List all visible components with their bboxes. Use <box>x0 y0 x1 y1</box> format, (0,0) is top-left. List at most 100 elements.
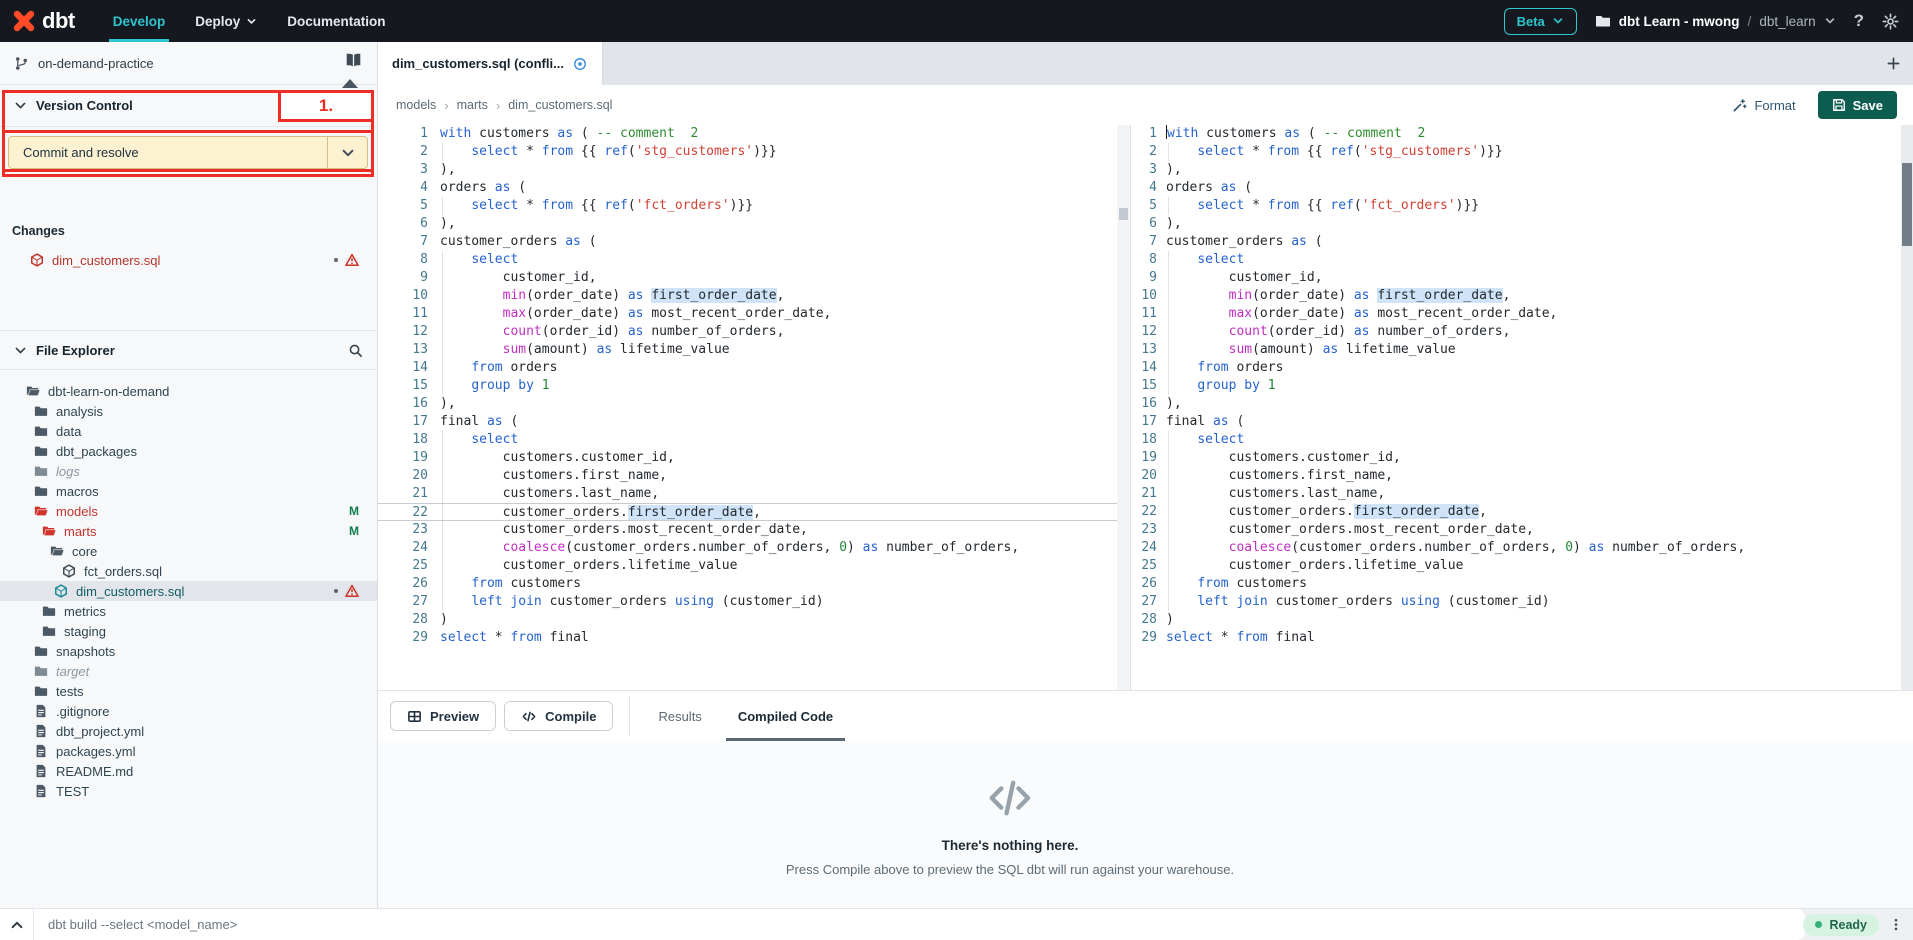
tree-item-core[interactable]: core <box>0 541 377 561</box>
line-number: 13 <box>378 341 428 359</box>
folder-icon <box>34 644 48 658</box>
command-input[interactable] <box>34 917 1805 932</box>
results-tab-compiled-code[interactable]: Compiled Code <box>720 691 851 741</box>
editor-toolbar-right: Format Save <box>1732 91 1897 119</box>
code-line-19: 19 customers.customer_id, <box>1131 449 1913 467</box>
line-number: 21 <box>378 485 428 503</box>
tree-item-label: README.md <box>56 764 133 779</box>
breadcrumb-separator: › <box>496 98 500 113</box>
unsaved-indicator-icon[interactable] <box>573 57 587 71</box>
changed-file-row[interactable]: dim_customers.sql <box>0 250 377 270</box>
account-project-switcher[interactable]: dbt Learn - mwong / dbt_learn <box>1595 13 1836 29</box>
gear-icon[interactable] <box>1882 13 1899 30</box>
version-control-title: Version Control <box>36 98 133 113</box>
code-line-23: 23 customer_orders.most_recent_order_dat… <box>1131 521 1913 539</box>
compile-button[interactable]: Compile <box>504 701 613 731</box>
kebab-menu-icon[interactable] <box>1889 917 1903 932</box>
tree-item-macros[interactable]: macros <box>0 481 377 501</box>
folder-icon <box>34 464 48 478</box>
tree-item-metrics[interactable]: metrics <box>0 601 377 621</box>
version-control-header[interactable]: Version Control <box>0 85 377 127</box>
code-line-13: 13 sum(amount) as lifetime_value <box>1131 341 1913 359</box>
breadcrumb-item[interactable]: dim_customers.sql <box>508 98 612 112</box>
chevron-up-icon[interactable] <box>0 909 34 940</box>
tree-item-target[interactable]: target <box>0 661 377 681</box>
nav-item-documentation[interactable]: Documentation <box>275 0 397 42</box>
results-tab-results[interactable]: Results <box>640 691 719 741</box>
help-icon[interactable]: ? <box>1854 11 1864 31</box>
tree-item-marts[interactable]: martsM <box>0 521 377 541</box>
code-line-11: 11 max(order_date) as most_recent_order_… <box>1131 305 1913 323</box>
nav-item-deploy[interactable]: Deploy <box>183 0 269 42</box>
save-button[interactable]: Save <box>1818 91 1897 119</box>
line-number: 10 <box>1131 287 1157 305</box>
ready-status-badge[interactable]: Ready <box>1803 914 1879 936</box>
new-tab-button[interactable] <box>1886 56 1901 71</box>
tree-item-test[interactable]: TEST <box>0 781 377 801</box>
git-branch-row[interactable]: on-demand-practice <box>0 42 377 85</box>
chevron-down-icon <box>14 99 27 112</box>
folder-icon <box>1595 13 1611 29</box>
code-slash-icon <box>987 777 1033 819</box>
tree-item-analysis[interactable]: analysis <box>0 401 377 421</box>
tree-item-label: analysis <box>56 404 103 419</box>
empty-state: There's nothing here. Press Compile abov… <box>786 777 1234 877</box>
code-line-4: 4orders as ( <box>378 179 1130 197</box>
tree-item-fct-orders-sql[interactable]: fct_orders.sql <box>0 561 377 581</box>
docs-book-icon[interactable] <box>344 52 363 74</box>
nav-item-develop[interactable]: Develop <box>101 0 178 42</box>
tree-item-data[interactable]: data <box>0 421 377 441</box>
line-number: 28 <box>378 611 428 629</box>
code-line-25: 25 customer_orders.lifetime_value <box>1131 557 1913 575</box>
conflict-warning-icon <box>345 584 359 598</box>
format-button[interactable]: Format <box>1732 98 1795 113</box>
code-line-24: 24 coalesce(customer_orders.number_of_or… <box>1131 539 1913 557</box>
breadcrumb-item[interactable]: models <box>396 98 436 112</box>
preview-button[interactable]: Preview <box>390 701 496 731</box>
folder-icon <box>42 604 56 618</box>
save-icon <box>1832 98 1846 112</box>
save-label: Save <box>1853 98 1883 113</box>
tree-item-label: marts <box>64 524 97 539</box>
tree-item-packages-yml[interactable]: packages.yml <box>0 741 377 761</box>
line-number: 2 <box>378 143 428 161</box>
tree-item-label: target <box>56 664 89 679</box>
tree-item-dbt-project-yml[interactable]: dbt_project.yml <box>0 721 377 741</box>
file-explorer-header[interactable]: File Explorer <box>0 330 377 370</box>
line-number: 14 <box>378 359 428 377</box>
code-line-14: 14 from orders <box>1131 359 1913 377</box>
search-icon[interactable] <box>348 343 363 358</box>
tree-item-dim-customers-sql[interactable]: dim_customers.sql <box>0 581 377 601</box>
tree-item-dbt-packages[interactable]: dbt_packages <box>0 441 377 461</box>
code-line-18: 18 select <box>378 431 1130 449</box>
code-line-11: 11 max(order_date) as most_recent_order_… <box>378 305 1130 323</box>
dbt-logo[interactable]: dbt <box>10 7 75 35</box>
code-line-17: 17final as ( <box>378 413 1130 431</box>
tab-dim-customers[interactable]: dim_customers.sql (confli... <box>378 42 603 85</box>
code-pane-right[interactable]: 1with customers as ( -- comment 22 selec… <box>1131 125 1913 690</box>
results-toolbar: Preview Compile ResultsCompiled Code <box>378 691 1913 741</box>
tree-item-dbt-learn-on-demand[interactable]: dbt-learn-on-demand <box>0 381 377 401</box>
commit-and-resolve-button[interactable]: Commit and resolve <box>8 136 368 169</box>
code-line-26: 26 from customers <box>378 575 1130 593</box>
code-line-13: 13 sum(amount) as lifetime_value <box>378 341 1130 359</box>
tree-item-models[interactable]: modelsM <box>0 501 377 521</box>
tree-item-staging[interactable]: staging <box>0 621 377 641</box>
code-line-1: 1with customers as ( -- comment 2 <box>1131 125 1913 143</box>
line-number: 5 <box>378 197 428 215</box>
tree-item-tests[interactable]: tests <box>0 681 377 701</box>
empty-state-title: There's nothing here. <box>786 838 1234 853</box>
code-line-20: 20 customers.first_name, <box>1131 467 1913 485</box>
code-pane-left[interactable]: 1with customers as ( -- comment 22 selec… <box>378 125 1131 690</box>
file-icon <box>34 744 48 758</box>
right-pane-scrollbar[interactable] <box>1901 125 1913 690</box>
beta-toggle[interactable]: Beta <box>1504 8 1577 35</box>
commit-dropdown-toggle[interactable] <box>327 137 367 168</box>
scrollbar-thumb[interactable] <box>1902 163 1912 246</box>
tree-item--gitignore[interactable]: .gitignore <box>0 701 377 721</box>
tree-item-snapshots[interactable]: snapshots <box>0 641 377 661</box>
line-number: 4 <box>1131 179 1157 197</box>
tree-item-logs[interactable]: logs <box>0 461 377 481</box>
breadcrumb-item[interactable]: marts <box>457 98 488 112</box>
tree-item-readme-md[interactable]: README.md <box>0 761 377 781</box>
